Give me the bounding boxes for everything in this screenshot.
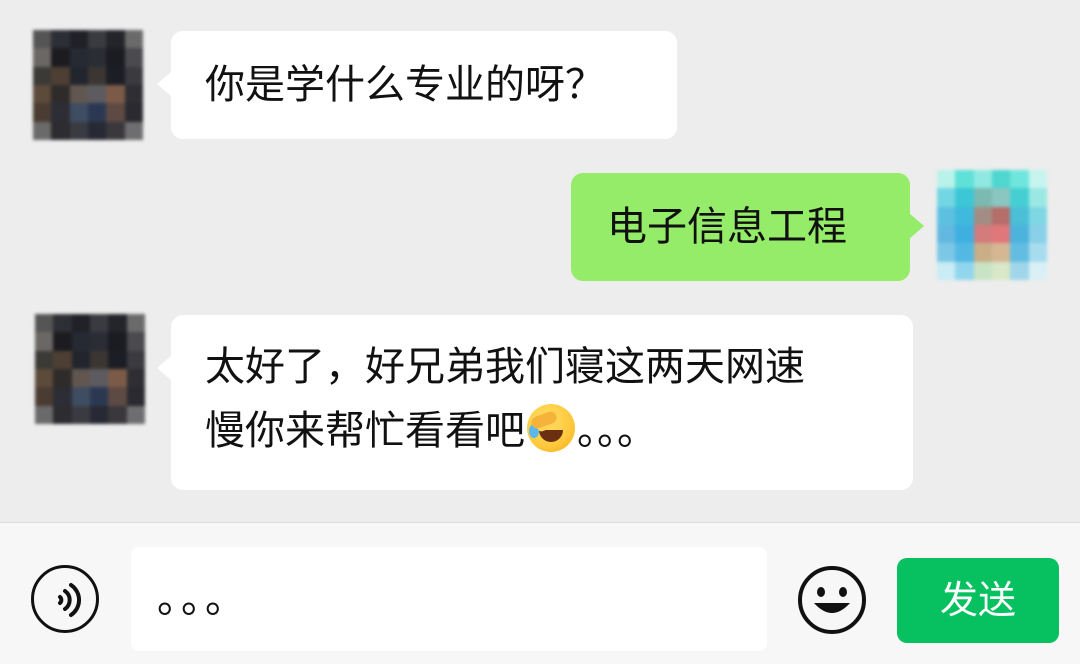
emoji-smiley-icon <box>798 566 866 634</box>
bubble-tail <box>157 71 172 97</box>
chat-area: 你是学什么专业的呀？ 电子信息工程 太好了，好兄弟我们寝这两天网速 慢你来帮忙看… <box>0 0 1080 522</box>
message-bubble-incoming[interactable]: 你是学什么专业的呀？ <box>157 31 677 139</box>
bubble-tail <box>157 355 172 381</box>
send-button[interactable]: 发送 <box>897 558 1059 643</box>
message-bubble-incoming[interactable]: 太好了，好兄弟我们寝这两天网速 慢你来帮忙看看吧 。。。 <box>157 315 913 490</box>
self-avatar[interactable] <box>937 170 1047 280</box>
contact-avatar[interactable] <box>35 314 145 424</box>
message-text: 慢你来帮忙看看吧 <box>205 408 525 454</box>
message-trailing-text: 。。。 <box>577 408 657 454</box>
bubble-tail <box>909 213 924 239</box>
message-text-line: 慢你来帮忙看看吧 。。。 <box>205 399 913 463</box>
message-text: 你是学什么专业的呀？ <box>205 62 605 108</box>
message-text: 电子信息工程 <box>607 204 847 250</box>
emoji-button[interactable] <box>797 565 867 635</box>
message-input[interactable]: 。。。 <box>131 547 767 651</box>
message-text-line: 太好了，好兄弟我们寝这两天网速 <box>205 344 805 390</box>
contact-avatar[interactable] <box>33 30 143 140</box>
voice-input-button[interactable] <box>31 565 99 633</box>
voice-icon <box>58 583 81 617</box>
face-palm-crying-emoji-icon <box>527 404 575 452</box>
message-bubble-outgoing[interactable]: 电子信息工程 <box>571 173 924 281</box>
